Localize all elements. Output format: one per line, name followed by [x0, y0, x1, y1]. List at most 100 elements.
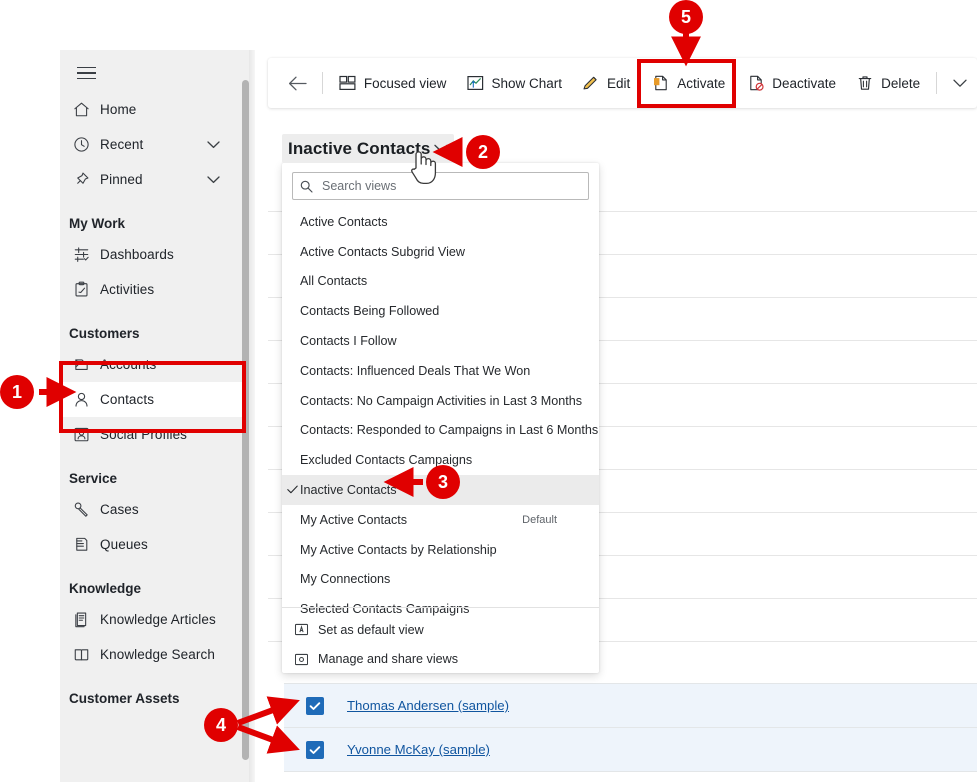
command-bar-divider — [322, 72, 323, 94]
annotation-badge-5: 5 — [669, 0, 703, 34]
focused-view-label: Focused view — [364, 76, 447, 91]
dashboard-icon — [68, 245, 94, 265]
annotation-badge-4: 4 — [204, 708, 238, 742]
mouse-cursor-pointer — [406, 146, 440, 191]
view-option[interactable]: My Connections — [282, 565, 599, 595]
view-option[interactable]: Contacts I Follow — [282, 326, 599, 356]
view-dropdown-action[interactable]: Manage and share views — [282, 645, 599, 674]
view-option-label: Inactive Contacts — [300, 483, 397, 497]
view-option[interactable]: Contacts Being Followed — [282, 296, 599, 326]
view-option[interactable]: All Contacts — [282, 267, 599, 297]
search-icon — [300, 180, 313, 193]
sidebar-item-cases[interactable]: Cases — [60, 492, 242, 527]
table-row[interactable]: Thomas Andersen (sample) — [284, 684, 977, 727]
sidebar-item-home[interactable]: Home — [60, 92, 242, 127]
row-checkbox[interactable] — [306, 697, 324, 715]
chevron-down-icon[interactable] — [207, 136, 220, 154]
sidebar-item-label: Cases — [100, 502, 139, 517]
sidebar-item-dashboards[interactable]: Dashboards — [60, 237, 242, 272]
sidebar-item-label: Queues — [100, 537, 148, 552]
row-separator — [284, 771, 977, 772]
check-icon — [287, 483, 298, 497]
row-checkbox[interactable] — [306, 741, 324, 759]
overflow-chevron-down-icon[interactable] — [943, 66, 977, 100]
sidebar-item-pinned[interactable]: Pinned — [60, 162, 242, 197]
view-options-list: Active Contacts Active Contacts Subgrid V… — [282, 207, 599, 624]
annotation-badge-2: 2 — [466, 135, 500, 169]
annotation-box-sidebar — [59, 361, 246, 433]
view-option-label: Active Contacts Subgrid View — [300, 245, 465, 259]
view-option[interactable]: My Active Contacts by Relationship — [282, 535, 599, 565]
delete-button[interactable]: Delete — [846, 66, 930, 100]
view-option-label: Contacts: Responded to Campaigns in Last… — [300, 423, 598, 437]
view-option-label: My Active Contacts by Relationship — [300, 543, 497, 557]
contact-name-link[interactable]: Yvonne McKay (sample) — [347, 742, 490, 757]
chart-icon — [466, 74, 484, 92]
search-views-box[interactable] — [292, 172, 589, 200]
sidebar-item-activities[interactable]: Activities — [60, 272, 242, 307]
deactivate-label: Deactivate — [772, 76, 836, 91]
view-option-label: My Connections — [300, 572, 390, 586]
manage-views-icon — [294, 652, 309, 667]
sidebar-item-label: Pinned — [100, 172, 143, 187]
command-bar: Focused view Show Chart Edit — [268, 58, 977, 108]
flyout-divider — [282, 607, 599, 608]
sidebar-item-knowledge-search[interactable]: Knowledge Search — [60, 637, 242, 672]
edit-button[interactable]: Edit — [572, 66, 640, 100]
show-chart-button[interactable]: Show Chart — [456, 66, 572, 100]
delete-label: Delete — [881, 76, 920, 91]
hamburger-menu-icon[interactable] — [69, 58, 103, 88]
view-option[interactable]: Contacts: Influenced Deals That We Won — [282, 356, 599, 386]
view-dropdown-action[interactable]: Set as default view — [282, 615, 599, 645]
deactivate-button[interactable]: Deactivate — [737, 66, 846, 100]
command-bar-divider — [936, 72, 937, 94]
view-dropdown-action-label: Manage and share views — [318, 652, 458, 666]
table-row[interactable]: Yvonne McKay (sample) — [284, 728, 977, 771]
view-option-label: Contacts: No Campaign Activities in Last… — [300, 394, 582, 408]
view-option[interactable]: Contacts: Responded to Campaigns in Last… — [282, 416, 599, 446]
trash-icon — [856, 74, 874, 92]
view-dropdown-footer: Set as default view Manage and share view… — [282, 615, 599, 673]
view-option-label: Contacts I Follow — [300, 334, 397, 348]
default-badge: Default — [522, 514, 557, 526]
focused-view-icon — [339, 74, 357, 92]
deactivate-icon — [747, 74, 765, 92]
set-default-view-icon — [294, 622, 309, 637]
contact-name-link[interactable]: Thomas Andersen (sample) — [347, 698, 509, 713]
activities-icon — [68, 280, 94, 300]
search-views-input[interactable] — [320, 178, 581, 194]
chevron-down-icon[interactable] — [207, 171, 220, 189]
sidebar-item-label: Home — [100, 102, 136, 117]
back-arrow-icon[interactable] — [280, 66, 316, 100]
sidebar-item-queues[interactable]: Queues — [60, 527, 242, 562]
sidebar-item-label: Knowledge Articles — [100, 612, 216, 627]
queue-icon — [68, 535, 94, 555]
view-option[interactable]: Active Contacts Subgrid View — [282, 237, 599, 267]
pin-icon — [68, 170, 94, 190]
view-option-label: Contacts: Influenced Deals That We Won — [300, 364, 530, 378]
view-option[interactable]: Contacts: No Campaign Activities in Last… — [282, 386, 599, 416]
sidebar-item-label: Activities — [100, 282, 154, 297]
sidebar-group-header: Service — [60, 452, 242, 492]
annotation-box-activate — [637, 59, 736, 108]
sidebar-group-header: Knowledge — [60, 562, 242, 602]
annotation-badge-3: 3 — [426, 465, 460, 499]
sidebar-item-label: Knowledge Search — [100, 647, 215, 662]
article-icon — [68, 610, 94, 630]
focused-view-button[interactable]: Focused view — [329, 66, 457, 100]
sidebar-group-header: My Work — [60, 197, 242, 237]
pencil-icon — [582, 74, 600, 92]
view-option[interactable]: Active Contacts — [282, 207, 599, 237]
annotation-badge-1: 1 — [0, 375, 34, 409]
sidebar-item-recent[interactable]: Recent — [60, 127, 242, 162]
home-icon — [68, 100, 94, 120]
view-option[interactable]: My Active Contacts Default — [282, 505, 599, 535]
sidebar-item-knowledge-articles[interactable]: Knowledge Articles — [60, 602, 242, 637]
sidebar-item-label: Recent — [100, 137, 143, 152]
view-selector-dropdown: Active Contacts Active Contacts Subgrid V… — [282, 163, 599, 673]
view-option-label: Contacts Being Followed — [300, 304, 439, 318]
sidebar-item-label: Dashboards — [100, 247, 174, 262]
sidebar-group-header: Customers — [60, 307, 242, 347]
view-option-label: My Active Contacts — [300, 513, 407, 527]
sidebar-group-header: Customer Assets — [60, 672, 242, 712]
